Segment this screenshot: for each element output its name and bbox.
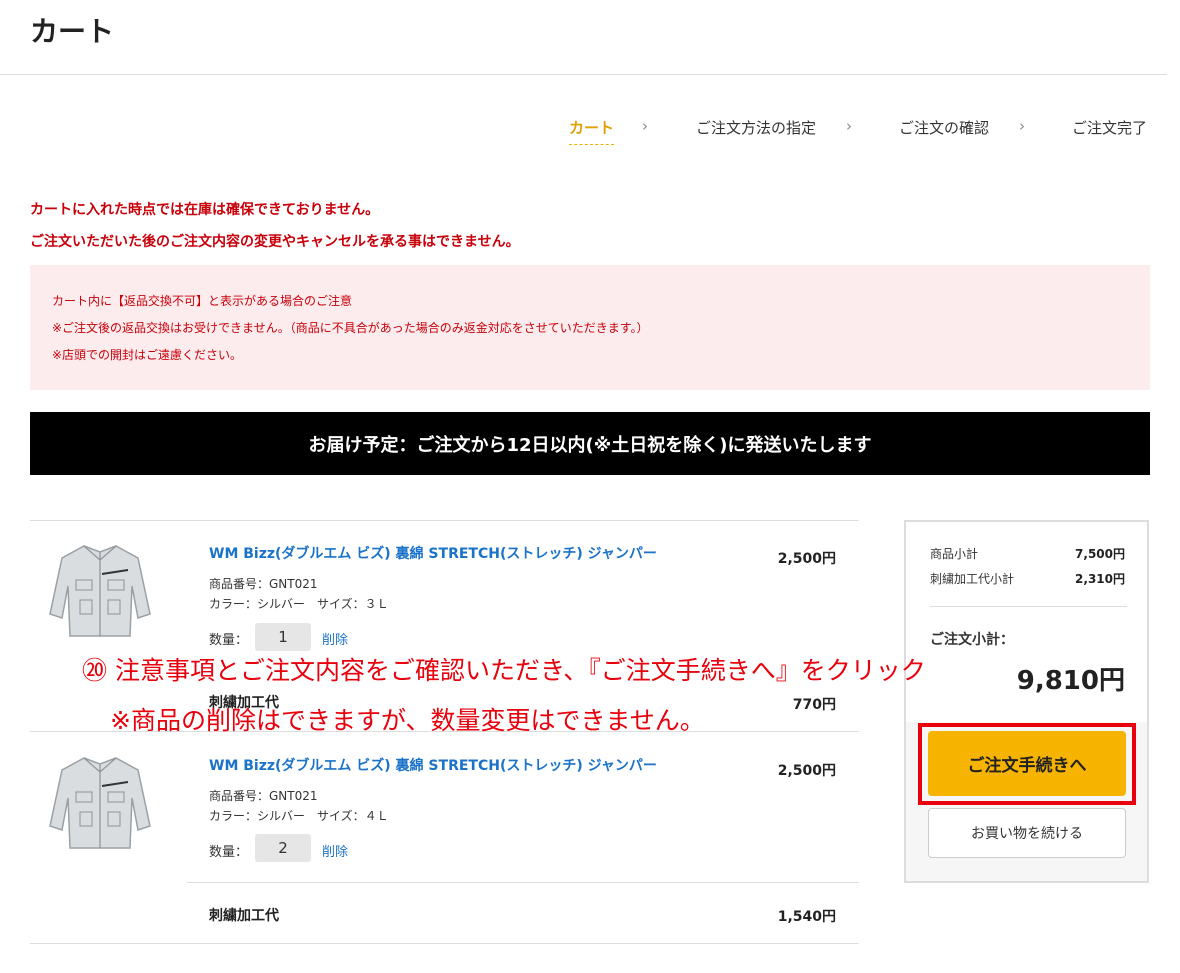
items-subtotal-value: 7,500円 xyxy=(1075,547,1125,561)
delete-link[interactable]: 削除 xyxy=(322,841,348,860)
product-name-link[interactable]: WM Bizz(ダブルエム ビズ) 裏綿 STRETCH(ストレッチ) ジャンパ… xyxy=(209,755,657,775)
title-divider xyxy=(0,74,1167,75)
chevron-right-icon: › xyxy=(1019,117,1025,135)
product-code: 商品番号：GNT021 xyxy=(209,577,318,591)
cancel-warning: ご注文いただいた後のご注文内容の変更やキャンセルを承る事はできません。 xyxy=(30,234,520,250)
step-order-method: ご注文方法の指定 xyxy=(696,119,817,137)
instruction-annotation: ⑳ 注意事項とご注文内容をご確認いただき、『ご注文手続きへ』をクリック xyxy=(82,656,926,685)
continue-shopping-button[interactable]: お買い物を続ける xyxy=(928,808,1126,858)
item-price: 2,500円 xyxy=(777,551,836,567)
active-step-underline xyxy=(569,144,615,145)
chevron-right-icon: › xyxy=(846,117,852,135)
embroidery-price: 770円 xyxy=(792,697,836,713)
product-thumbnail[interactable] xyxy=(46,752,154,852)
notice-line: ※店頭での開封はご遠慮ください。 xyxy=(52,348,243,362)
return-notice-box: カート内に【返品交換不可】と表示がある場合のご注意 ※ご注文後の返品交換はお受け… xyxy=(30,265,1150,390)
delivery-banner: お届け予定：ご注文から12日以内(※土日祝を除く)に発送いたします xyxy=(30,412,1150,475)
embroidery-label: 刺繍加工代 xyxy=(209,908,279,924)
notice-line: ※ご注文後の返品交換はお受けできません。（商品に不具合があった場合のみ返金対応を… xyxy=(52,321,649,335)
order-subtotal-value: 9,810円 xyxy=(1016,666,1125,696)
summary-totals: 商品小計 7,500円 刺繍加工代小計 2,310円 ご注文小計： 9,810円 xyxy=(906,522,1147,722)
step-cart: カート xyxy=(569,117,615,145)
quantity-label: 数量： xyxy=(209,845,249,860)
checkout-steps: カート › ご注文方法の指定 › ご注文の確認 › ご注文完了 xyxy=(0,117,1180,147)
stock-warning: カートに入れた時点では在庫は確保できておりません。 xyxy=(30,202,380,218)
product-variant: カラー：シルバー サイズ：４Ｌ xyxy=(209,809,389,823)
item-divider xyxy=(30,520,859,521)
product-thumbnail[interactable] xyxy=(46,540,154,640)
notice-heading: カート内に【返品交換不可】と表示がある場合のご注意 xyxy=(52,294,353,308)
quantity-field: 2 xyxy=(255,834,311,862)
product-code: 商品番号：GNT021 xyxy=(209,789,318,803)
product-name-link[interactable]: WM Bizz(ダブルエム ビズ) 裏綿 STRETCH(ストレッチ) ジャンパ… xyxy=(209,543,657,563)
quantity-field: 1 xyxy=(255,623,311,651)
quantity-label: 数量： xyxy=(209,633,249,648)
highlight-frame xyxy=(918,723,1136,805)
step-order-confirm: ご注文の確認 xyxy=(899,119,990,137)
items-subtotal-label: 商品小計 xyxy=(930,547,979,561)
chevron-right-icon: › xyxy=(642,117,648,135)
order-subtotal-label: ご注文小計： xyxy=(930,632,1014,648)
item-divider xyxy=(30,943,859,944)
embroidery-subtotal-label: 刺繍加工代小計 xyxy=(930,572,1015,586)
page-title: カート xyxy=(30,15,115,48)
instruction-note: ※商品の削除はできますが、数量変更はできません。 xyxy=(110,706,705,735)
delete-link[interactable]: 削除 xyxy=(322,629,348,648)
step-order-complete: ご注文完了 xyxy=(1072,119,1148,137)
summary-divider xyxy=(930,606,1127,607)
product-variant: カラー：シルバー サイズ：３Ｌ xyxy=(209,597,389,611)
embroidery-subtotal-value: 2,310円 xyxy=(1075,572,1125,586)
embroidery-price: 1,540円 xyxy=(777,909,836,925)
item-price: 2,500円 xyxy=(777,763,836,779)
embroidery-divider xyxy=(187,882,859,883)
